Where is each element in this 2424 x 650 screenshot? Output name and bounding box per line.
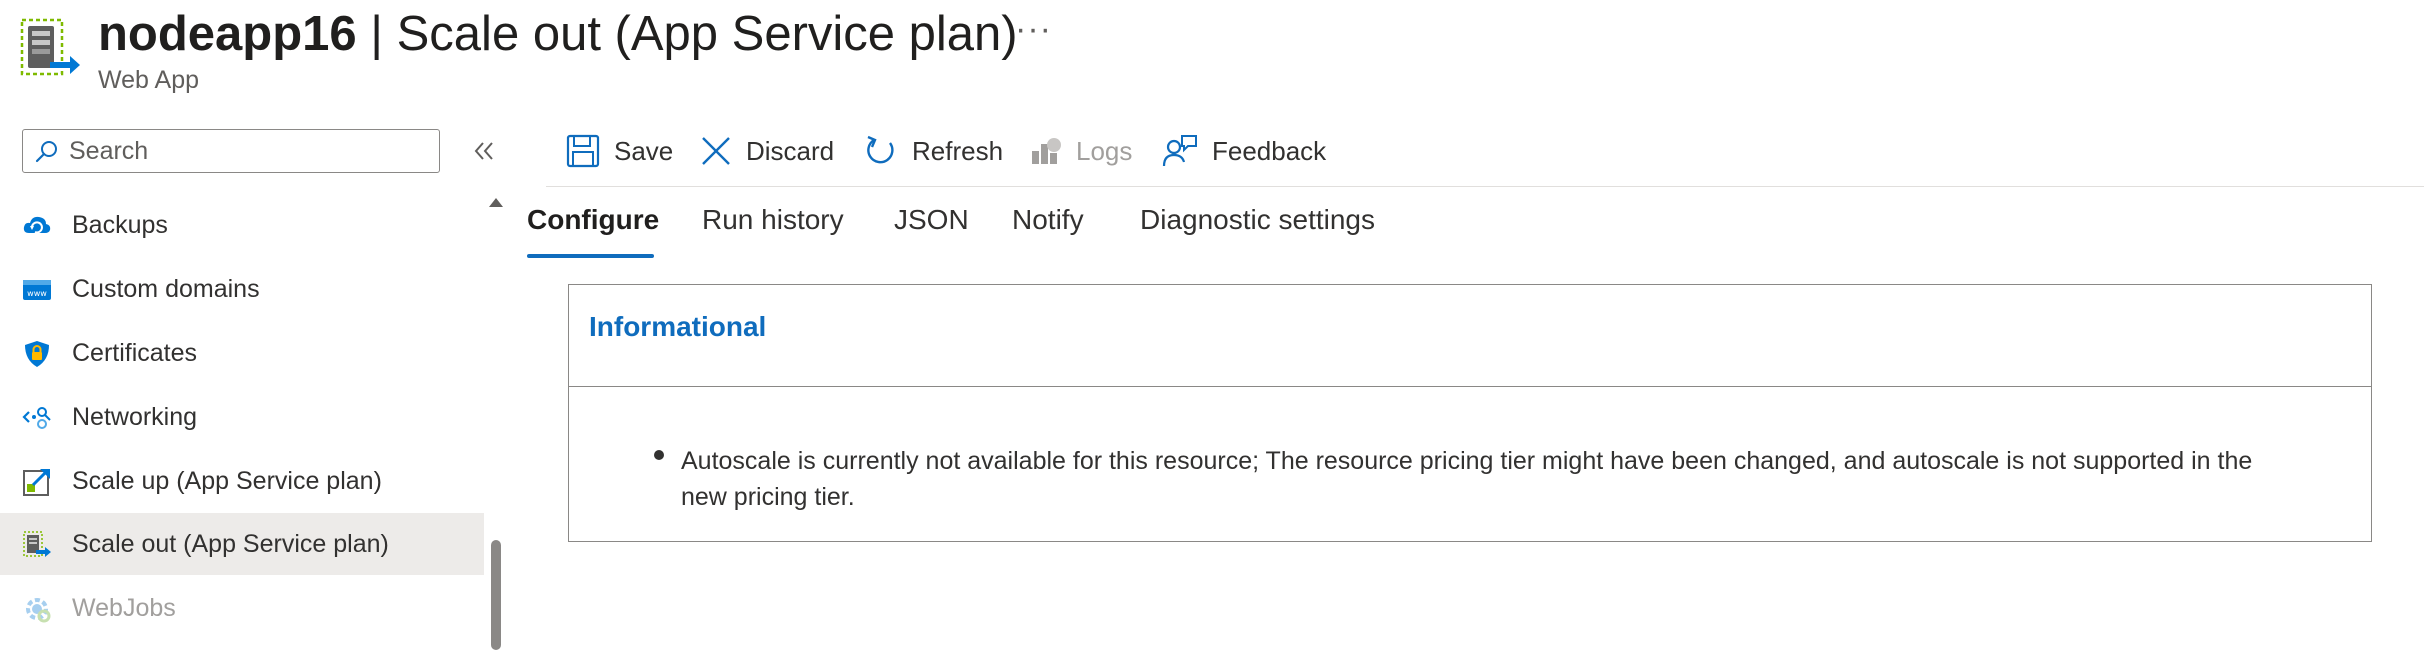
app-service-scale-out-icon (20, 18, 80, 82)
sidebar-item-label: Scale up (App Service plan) (72, 466, 382, 495)
logs-label: Logs (1076, 135, 1133, 166)
search-box[interactable] (22, 129, 440, 173)
cloud-backup-icon (22, 211, 52, 241)
sidebar-item-label: Backups (72, 210, 168, 239)
tab-diagnostic-settings[interactable]: Diagnostic settings (1140, 204, 1375, 254)
logs-icon (1032, 138, 1061, 164)
refresh-label: Refresh (912, 135, 1004, 166)
sidebar-item-networking[interactable]: Networking (0, 386, 484, 448)
sidebar-item-scale-out[interactable]: Scale out (App Service plan) (0, 513, 484, 575)
discard-label: Discard (746, 135, 835, 166)
bullet-icon (654, 450, 664, 460)
sidebar-item-scale-up[interactable]: Scale up (App Service plan) (0, 450, 484, 512)
tab-run-history[interactable]: Run history (702, 204, 844, 254)
page-title: nodeapp16 | Scale out (App Service plan) (98, 2, 1018, 66)
refresh-icon (867, 135, 894, 164)
tab-json[interactable]: JSON (894, 204, 969, 254)
sidebar-item-label: Networking (72, 402, 198, 431)
toolbar-divider (546, 186, 2424, 187)
logs-button[interactable]: Logs (1030, 125, 1132, 177)
more-options-button[interactable]: ··· (1015, 10, 1052, 49)
close-icon (702, 137, 730, 165)
shield-lock-icon (22, 339, 52, 369)
svg-text:www: www (27, 289, 47, 298)
sidebar-item-label: WebJobs (72, 593, 176, 622)
tab-configure[interactable]: Configure (527, 204, 659, 254)
sidebar-item-label: Certificates (72, 338, 198, 367)
sidebar-item-custom-domains[interactable]: www Custom domains (0, 258, 484, 320)
save-icon (566, 134, 600, 168)
sidebar-item-webjobs[interactable]: WebJobs (0, 577, 484, 639)
feedback-button[interactable]: Feedback (1162, 125, 1326, 177)
network-icon (22, 403, 52, 433)
informational-message: Autoscale is currently not available for… (681, 447, 2253, 511)
blade-title: | Scale out (App Service plan) (356, 7, 1018, 61)
sidebar-item-certificates[interactable]: Certificates (0, 322, 484, 384)
save-button[interactable]: Save (566, 125, 673, 177)
informational-panel: Informational Autoscale is currently not… (568, 284, 2372, 542)
www-icon: www (22, 275, 52, 305)
search-input[interactable] (67, 135, 411, 167)
sidebar-item-label: Scale out (App Service plan) (72, 529, 389, 558)
search-icon (35, 141, 57, 163)
informational-panel-header: Informational (569, 285, 2371, 387)
resource-type-label: Web App (98, 66, 200, 94)
scroll-up-arrow-icon[interactable] (489, 198, 503, 207)
save-label: Save (614, 135, 674, 166)
webjobs-icon (22, 594, 52, 624)
active-tab-indicator (527, 254, 654, 258)
resource-name: nodeapp16 (98, 7, 357, 61)
discard-button[interactable]: Discard (700, 125, 834, 177)
feedback-icon (1162, 135, 1197, 167)
tab-notify[interactable]: Notify (1012, 204, 1084, 254)
scale-up-icon (22, 467, 52, 497)
sidebar-item-label: Custom domains (72, 274, 260, 303)
refresh-button[interactable]: Refresh (864, 125, 1003, 177)
scale-out-icon (22, 530, 52, 560)
sidebar-item-backups[interactable]: Backups (0, 194, 484, 256)
scrollbar-thumb[interactable] (491, 540, 501, 650)
feedback-label: Feedback (1212, 135, 1327, 166)
collapse-sidebar-button[interactable] (466, 133, 502, 169)
double-chevron-left-icon (474, 142, 493, 160)
informational-title: Informational (589, 311, 767, 342)
